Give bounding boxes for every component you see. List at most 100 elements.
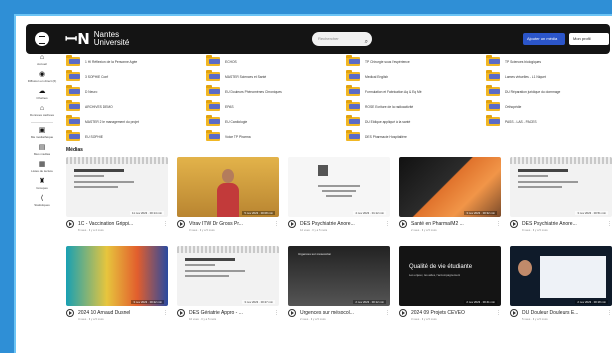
folder-item[interactable]: Medical English [346,69,486,84]
library-icon: ▣ [38,127,46,134]
play-icon[interactable] [288,220,296,228]
folder-item[interactable]: PASS - LAS - PACES [486,114,606,129]
play-icon[interactable] [288,309,296,317]
sidebar-item-3[interactable]: ⌂ Données cachées [26,105,58,117]
media-views-age: 4 vues · Il y a 5 mois [78,317,104,321]
media-card[interactable]: 3 nov 2023 · 00:22 min 2024 10 Arnaud Dus… [66,246,168,321]
folder-icon [346,100,360,111]
media-title[interactable]: Santé en Pharma/M2 ... [411,221,496,227]
search-icon[interactable]: ⌕ [365,35,368,49]
media-title[interactable]: 2024 09 Projets CEVEO [411,310,496,316]
folder-item[interactable]: EU Cardiologie [206,114,346,129]
media-thumbnail[interactable]: Qualité de vie étudiante Les enjeux, les … [399,246,501,306]
folder-item[interactable]: Formulation et Fabrication Aq & Eq Mé [346,84,486,99]
sidebar-item-1[interactable]: ◉ Diffusion en direct (6) [26,71,58,83]
folder-item[interactable]: ROSE Ecriture de la radioactivité [346,99,486,114]
media-thumbnail[interactable]: 4 nov 2023 · 01:12 min [288,157,390,217]
media-title[interactable]: DU Douleur Douleurs E... [522,310,607,316]
media-card[interactable]: 3 nov 2023 · 00:51 min DES Psychiatrie An… [510,157,612,232]
sidebar-item-0[interactable]: ⌂ Accueil [26,54,58,66]
sidebar-item-label: Mes médias [33,152,51,156]
media-thumbnail[interactable]: 3 nov 2023 · 00:32 min [399,157,501,217]
folder-item[interactable]: TP Sciences biologiques [486,54,606,69]
media-title-row: Urgences sur mésocol... ⋮ [288,309,390,317]
media-title[interactable]: 1C - Vaccination Grippi... [78,221,163,227]
play-icon[interactable] [399,309,407,317]
media-thumbnail[interactable]: 3 nov 2023 · 00:51 min [510,157,612,217]
media-thumbnail[interactable]: 3 nov 2023 · 00:22 min [66,246,168,306]
media-thumbnail[interactable]: 11 nov 2023 · 00:14 min [66,157,168,217]
more-options-icon[interactable]: ⋮ [385,221,390,227]
folder-label: 3 SOPHIE Conf [85,74,109,79]
more-options-icon[interactable]: ⋮ [607,221,612,227]
sidebar-item-7[interactable]: ♜ Groupes [26,178,58,190]
media-title[interactable]: Vtrav ITW Dr Gross Pr... [189,221,274,227]
sidebar-item-2[interactable]: ☁ Chaînes [26,88,58,100]
more-options-icon[interactable]: ⋮ [496,221,501,227]
media-thumbnail[interactable]: Urgences sur mésocolon 2 nov 2023 · 00:12… [288,246,390,306]
sidebar-item-5[interactable]: ▤ Mes médias [26,144,58,156]
media-title[interactable]: DES Psychiatrie Anore... [300,221,385,227]
media-title[interactable]: 2024 10 Arnaud Dusnel [78,310,163,316]
folder-item[interactable]: DES Pharmacie Hospitalière [346,129,486,144]
media-card[interactable]: Urgences sur mésocolon 2 nov 2023 · 00:12… [288,246,390,321]
folder-item[interactable]: EU SOPHIE [66,129,206,144]
folder-item[interactable]: Voice TP Pharma [206,129,346,144]
user-profile-button[interactable]: Mon profil [569,33,609,45]
folder-item[interactable]: EPAS [206,99,346,114]
folder-label: EU Douleurs Phénomènes Chroniques [225,89,282,94]
folder-item[interactable]: MASTER Sciences et Santé [206,69,346,84]
folder-icon [206,115,220,126]
media-thumbnail[interactable]: 3 nov 2023 · 00:27 min [177,246,279,306]
folder-label: DU Eldique appliqué à la santé [365,119,411,124]
media-card[interactable]: Qualité de vie étudiante Les enjeux, les … [399,246,501,321]
more-options-icon[interactable]: ⋮ [385,310,390,316]
more-options-icon[interactable]: ⋮ [163,221,168,227]
sidebar-item-8[interactable]: ⟨ Statistiques [26,195,58,207]
media-card[interactable]: 5 nov 2023 · 00:08 min Vtrav ITW Dr Gross… [177,157,279,232]
folder-item[interactable]: 3 SOPHIE Conf [66,69,206,84]
media-title[interactable]: DES Psychiatrie Anore... [522,221,607,227]
media-card[interactable]: 4 nov 2023 · 01:12 min DES Psychiatrie An… [288,157,390,232]
folder-item[interactable]: MASTER 2 le management du projet [66,114,206,129]
folder-item[interactable]: DU Réparation juridique du dommage [486,84,606,99]
folder-item[interactable]: D Neuro [66,84,206,99]
sidebar-item-6[interactable]: ▦ Listes de lecture [26,161,58,173]
media-title[interactable]: Urgences sur mésocol... [300,310,385,316]
more-options-icon[interactable]: ⋮ [274,310,279,316]
folder-item[interactable]: ECHOS [206,54,346,69]
play-icon[interactable] [510,309,518,317]
media-card[interactable]: 2 nov 2023 · 00:18 min DU Douleur Douleur… [510,246,612,321]
folder-label: Orthopédie [505,104,522,109]
search-input[interactable]: Rechercher ⌕ [312,32,372,46]
play-icon[interactable] [177,309,185,317]
folder-item[interactable]: DU Eldique appliqué à la santé [346,114,486,129]
add-media-button[interactable]: Ajouter un média [523,33,565,45]
more-options-icon[interactable]: ⋮ [607,310,612,316]
folder-item[interactable]: ARCHIVES DEMO [66,99,206,114]
more-options-icon[interactable]: ⋮ [163,310,168,316]
media-title[interactable]: DES Gériatrie Appro - ... [189,310,274,316]
folder-label: ECHOS [225,59,237,64]
play-icon[interactable] [66,220,74,228]
play-icon[interactable] [399,220,407,228]
media-card[interactable]: 3 nov 2023 · 00:32 min Santé en Pharma/M2… [399,157,501,232]
menu-icon[interactable] [35,32,49,46]
university-logo[interactable]: ꟷN Nantes Université [65,29,129,49]
folder-item[interactable]: Orthopédie [486,99,606,114]
more-options-icon[interactable]: ⋮ [274,221,279,227]
sidebar-item-4[interactable]: ▣ Ma médiathèque [26,127,58,139]
media-date-duration: 4 nov 2023 · 01:12 min [353,211,386,215]
media-thumbnail[interactable]: 2 nov 2023 · 00:18 min [510,246,612,306]
folder-item[interactable]: EU Douleurs Phénomènes Chroniques [206,84,346,99]
folder-item[interactable]: Lames virtuelles - L1 Niquet [486,69,606,84]
folder-item[interactable]: TP Chirurgie sous l'espérience [346,54,486,69]
more-options-icon[interactable]: ⋮ [496,310,501,316]
media-thumbnail[interactable]: 5 nov 2023 · 00:08 min [177,157,279,217]
play-icon[interactable] [177,220,185,228]
media-card[interactable]: 11 nov 2023 · 00:14 min 1C - Vaccination … [66,157,168,232]
play-icon[interactable] [510,220,518,228]
media-card[interactable]: 3 nov 2023 · 00:27 min DES Gériatrie Appr… [177,246,279,321]
folder-item[interactable]: 1 HI Réflexion de la Personne Agée [66,54,206,69]
play-icon[interactable] [66,309,74,317]
